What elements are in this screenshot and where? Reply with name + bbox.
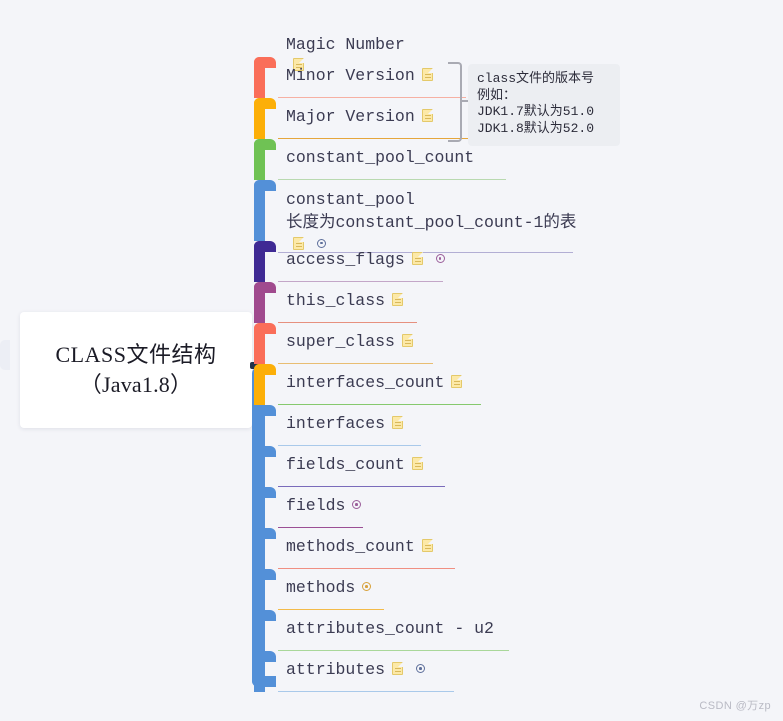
branch-node-label: Major Version [286, 107, 415, 126]
branch-node-icons [392, 662, 426, 676]
branch-node-body: super_class [252, 323, 467, 364]
version-note-line-2: 例如： [477, 87, 517, 103]
note-icon[interactable] [421, 109, 433, 123]
branch-node-icons [411, 457, 423, 471]
version-note-line-3: JDK1.7默认为51.0 [477, 104, 595, 120]
note-icon[interactable] [401, 334, 413, 348]
branch-node-label: this_class [286, 291, 386, 310]
root-connector-stub [0, 340, 10, 370]
branch-node-icons [421, 68, 433, 82]
branch-node-text-wrap: interfaces_count [286, 371, 515, 394]
note-icon[interactable] [411, 457, 423, 471]
branch-node-label: super_class [286, 332, 395, 351]
note-icon[interactable] [411, 252, 423, 266]
branch-node-label: fields [286, 496, 346, 515]
branch-node[interactable]: fields_count [252, 446, 479, 487]
branch-node-label: interfaces_count [286, 373, 445, 392]
version-note-line-4: JDK1.8默认为52.0 [477, 120, 595, 136]
branch-node-text-wrap: methods [286, 576, 418, 599]
branch-node[interactable]: fields [252, 487, 397, 528]
branch-node-text-wrap: access_flags [286, 248, 477, 271]
branch-node-icons [352, 500, 362, 510]
branch-node[interactable]: this_class [252, 282, 451, 323]
version-note-box: class文件的版本号 例如： JDK1.7默认为51.0 JDK1.8默认为5… [468, 64, 620, 146]
branch-node-text-wrap: constant_pool_count [286, 146, 540, 169]
version-note-line-1: class文件的版本号 [477, 71, 595, 86]
branch-node[interactable]: attributes_count - u2 [252, 610, 543, 651]
branch-node-icons [392, 416, 404, 430]
branch-node-underline [278, 691, 454, 692]
branch-node[interactable]: Minor Version [252, 57, 500, 98]
branch-node-label: methods_count [286, 537, 415, 556]
branch-node-text-wrap: attributes_count - u2 [286, 617, 543, 640]
branch-node-body: interfaces_count [252, 364, 515, 405]
branch-node-body: this_class [252, 282, 451, 323]
branch-node[interactable]: interfaces [252, 405, 455, 446]
branch-node-body: methods_count [252, 528, 489, 569]
note-icon[interactable] [392, 293, 404, 307]
branch-node-text-wrap: super_class [286, 330, 467, 353]
branch-node-text-wrap: this_class [286, 289, 451, 312]
branch-node-label: fields_count [286, 455, 405, 474]
branch-node-label: constant_pool_count [286, 148, 475, 167]
branch-node-body: interfaces [252, 405, 455, 446]
branch-node-body: fields [252, 487, 397, 528]
branch-node-body: fields_count [252, 446, 479, 487]
branch-node[interactable]: attributes [252, 651, 488, 692]
branch-node-body: attributes_count - u2 [252, 610, 543, 651]
branch-node-label: interfaces [286, 414, 386, 433]
branch-node-label: access_flags [286, 250, 405, 269]
target-icon[interactable] [352, 500, 362, 510]
branch-node-icons [362, 582, 372, 592]
note-icon[interactable] [451, 375, 463, 389]
branch-node-text-wrap: methods_count [286, 535, 489, 558]
branch-node-label: constant_pool [286, 190, 415, 209]
branch-node-label: Magic Number [286, 35, 405, 54]
branch-node-icons [392, 293, 404, 307]
branch-node-label: attributes [286, 660, 386, 679]
root-topic-line-1: CLASS文件结构 [55, 341, 217, 367]
branch-node-text-wrap: fields_count [286, 453, 479, 476]
branch-node-body: Minor Version [252, 57, 500, 98]
branch-node-body: access_flags [252, 241, 477, 282]
note-icon[interactable] [392, 416, 404, 430]
branch-node-icons [401, 334, 413, 348]
branch-node-body: attributes [252, 651, 488, 692]
branch-node[interactable]: methods_count [252, 528, 489, 569]
mindmap-canvas: CLASS文件结构 （Java1.8） Magic Number Minor Ve… [0, 0, 783, 721]
branch-node-icons [421, 539, 433, 553]
note-icon[interactable] [421, 68, 433, 82]
target-icon[interactable] [416, 664, 426, 674]
branch-node-label: methods [286, 578, 356, 597]
branch-node-text-wrap: fields [286, 494, 397, 517]
branch-node-sublabel: 长度为constant_pool_count-1的表 [286, 213, 577, 233]
root-topic-line-2: （Java1.8） [79, 372, 193, 397]
branch-node-text-wrap: attributes [286, 658, 488, 681]
version-group-bracket [448, 62, 462, 142]
branch-node-label: attributes_count - u2 [286, 619, 494, 638]
branch-node[interactable]: interfaces_count [252, 364, 515, 405]
branch-node-icons [451, 375, 463, 389]
branch-node-icons [411, 252, 445, 266]
root-topic-card[interactable]: CLASS文件结构 （Java1.8） [20, 312, 252, 428]
note-icon[interactable] [392, 662, 404, 676]
branch-node[interactable]: methods [252, 569, 418, 610]
target-icon[interactable] [435, 254, 445, 264]
branch-node[interactable]: access_flags [252, 241, 477, 282]
branch-node[interactable]: super_class [252, 323, 467, 364]
branch-node-text-wrap: interfaces [286, 412, 455, 435]
branch-node-body: methods [252, 569, 418, 610]
watermark: CSDN @万zp [699, 700, 771, 712]
branch-node-label: Minor Version [286, 66, 415, 85]
branch-node-icons [421, 109, 433, 123]
target-icon[interactable] [362, 582, 372, 592]
note-icon[interactable] [421, 539, 433, 553]
